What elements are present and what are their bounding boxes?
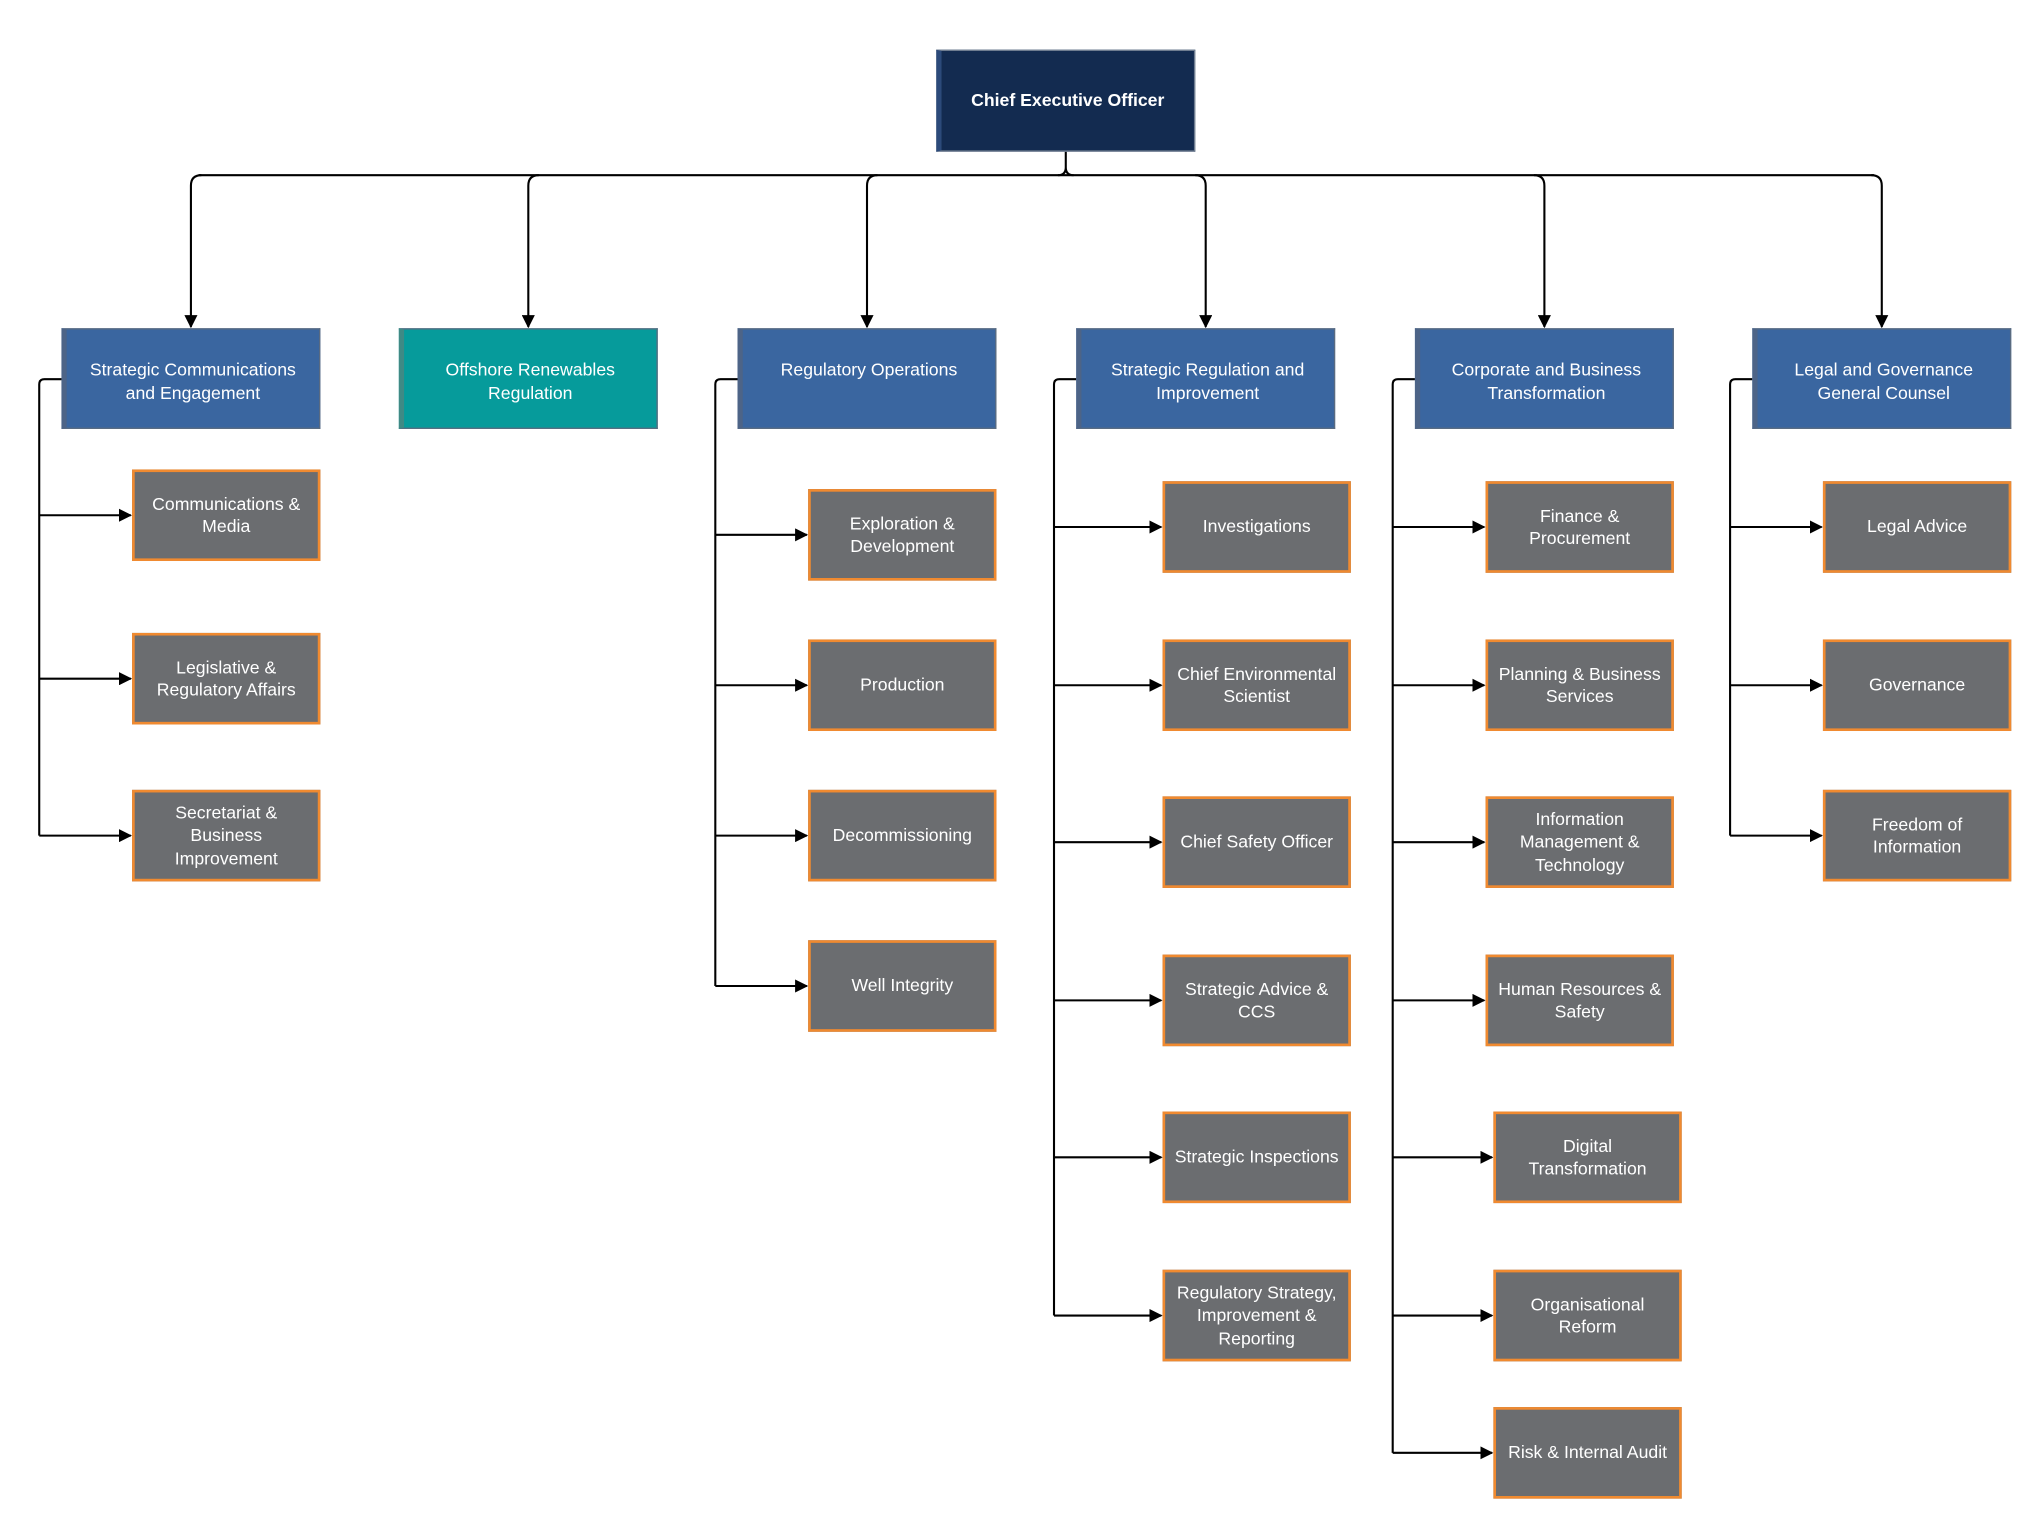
division-box-label: Strategic Regulation and Improvement [1110,359,1305,403]
unit-box[interactable]: Risk & Internal Audit [1493,1407,1682,1499]
unit-box-label: Risk & Internal Audit [1508,1442,1668,1463]
unit-box-label: Decommissioning [832,825,972,846]
unit-box-label: Exploration & Development [849,513,955,556]
ceo-label: Chief Executive Officer [971,90,1165,111]
division-box[interactable]: Strategic Communications and Engagement [61,328,321,429]
division-connector [1871,174,1889,329]
unit-box-label: Human Resources & Safety [1498,978,1662,1022]
unit-box[interactable]: Production [808,639,997,732]
unit-box-label: Organisational Reform [1530,1293,1645,1337]
unit-box-label: Investigations [1202,516,1311,537]
division-box-label: Strategic Communications and Engagement [89,359,296,403]
division-side-line [1052,378,1077,1316]
unit-box-label: Secretariat & Business Improvement [174,802,278,868]
unit-box-label: Chief Environmental Scientist [1177,663,1337,707]
unit-box-label: Planning & Business Services [1498,663,1661,707]
unit-box-label: Chief Safety Officer [1180,832,1334,852]
division-box-label: Regulatory Operations [780,359,958,380]
unit-box-label: Legislative & Regulatory Affairs [156,657,296,700]
ceo-box[interactable]: Chief Executive Officer [936,49,1196,152]
unit-box[interactable]: Legal Advice [1822,481,2012,573]
unit-box[interactable]: Chief Environmental Scientist [1162,639,1351,732]
unit-box-label: Communications & Media [152,493,301,537]
org-chart: Chief Executive Officer Strategic Commun… [0,0,2040,1513]
unit-box[interactable]: Governance [1822,639,2012,732]
unit-box[interactable]: Strategic Inspections [1162,1111,1351,1204]
unit-box-label: Digital Transformation [1528,1135,1647,1179]
connector-lines [38,151,1889,1460]
unit-box[interactable]: Planning & Business Services [1485,639,1674,732]
division-box[interactable]: Regulatory Operations [737,328,997,429]
unit-box-label: Well Integrity [851,975,954,996]
division-box[interactable]: Legal and Governance General Counsel [1752,328,2012,429]
division-box-label: Corporate and Business Transformation [1451,359,1642,403]
division-connector [1195,174,1213,329]
unit-box[interactable]: Communications & Media [132,469,321,562]
unit-box[interactable]: Decommissioning [808,789,997,882]
unit-box[interactable]: Investigations [1162,481,1351,573]
unit-box[interactable]: Well Integrity [808,940,997,1032]
division-side-line [714,378,738,987]
division-connector [860,174,878,329]
division-box[interactable]: Strategic Regulation and Improvement [1076,328,1336,429]
unit-box[interactable]: Finance & Procurement [1485,481,1674,573]
unit-box-label: Production [860,675,945,695]
unit-box[interactable]: Legislative & Regulatory Affairs [132,632,321,725]
division-box[interactable]: Corporate and Business Transformation [1414,328,1674,429]
division-side-line [1391,378,1415,1453]
division-box-label: Offshore Renewables Regulation [445,359,615,403]
unit-box[interactable]: Regulatory Strategy, Improvement & Repor… [1162,1269,1351,1362]
unit-box-label: Legal Advice [1867,516,1968,537]
unit-box[interactable]: Organisational Reform [1493,1269,1682,1362]
division-connector [184,174,202,329]
unit-box[interactable]: Information Management & Technology [1485,796,1674,888]
unit-box[interactable]: Exploration & Development [808,489,997,581]
unit-box[interactable]: Chief Safety Officer [1162,796,1351,888]
unit-box[interactable]: Human Resources & Safety [1485,954,1674,1047]
unit-box[interactable]: Digital Transformation [1493,1111,1682,1204]
unit-box-label: Strategic Advice & CCS [1185,978,1329,1022]
unit-box-label: Governance [1868,675,1966,695]
unit-box-label: Regulatory Strategy, Improvement & Repor… [1176,1282,1337,1348]
unit-box-label: Freedom of Information [1871,814,1963,857]
unit-box[interactable]: Secretariat & Business Improvement [132,789,321,882]
unit-box[interactable]: Strategic Advice & CCS [1162,954,1351,1047]
unit-box[interactable]: Freedom of Information [1822,789,2012,882]
division-side-line [38,378,62,836]
division-side-line [1729,378,1753,836]
ceo-stem [1057,151,1074,177]
division-connector [1533,174,1551,329]
division-connector [521,174,539,329]
unit-box-label: Information Management & Technology [1519,809,1640,875]
division-box-label: Legal and Governance General Counsel [1794,359,1974,403]
unit-box-label: Finance & Procurement [1529,505,1631,548]
division-box[interactable]: Offshore Renewables Regulation [398,328,658,429]
unit-box-label: Strategic Inspections [1174,1147,1339,1167]
